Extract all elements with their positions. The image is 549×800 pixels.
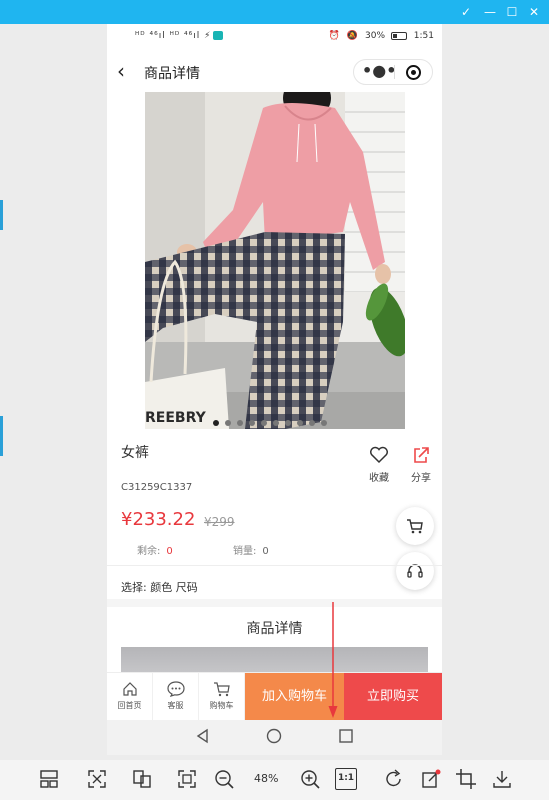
carousel-dot[interactable] (321, 419, 327, 426)
maximize-icon[interactable]: ☐ (502, 2, 522, 22)
viewer-titlebar: ✓ — ☐ ✕ (0, 0, 549, 24)
cart-tab[interactable]: 购物车 (199, 673, 245, 721)
carousel-dots (213, 412, 333, 426)
home-tab[interactable]: 回首页 (107, 673, 153, 721)
close-miniprogram-button[interactable] (406, 65, 421, 80)
product-name: 女裤 (121, 445, 149, 461)
carousel-dot[interactable] (309, 419, 315, 426)
share-icon (414, 447, 429, 463)
favorite-label: 收藏 (369, 473, 389, 484)
details-title: 商品详情 (246, 621, 303, 637)
wechat-notification-icon (213, 31, 224, 40)
battery-percent: 30% (365, 31, 386, 41)
carousel-dot[interactable] (225, 419, 231, 426)
layout-icon[interactable] (38, 768, 60, 790)
carousel-dot[interactable] (249, 419, 255, 426)
service-tab[interactable]: 客服 (153, 673, 199, 721)
chat-icon (166, 681, 185, 697)
remaining-label: 剩余: (137, 546, 161, 557)
carousel-dot[interactable] (261, 419, 267, 426)
zoom-level: 48% (254, 772, 279, 785)
status-bar: ᴴᴰ ⁴⁶ıl ᴴᴰ ⁴⁶ıl ⚡ ⏰ 🔕 30% 1:51 (107, 24, 442, 50)
section-divider (107, 565, 442, 566)
carousel-dot[interactable] (297, 419, 303, 426)
carousel-dot[interactable] (273, 419, 279, 426)
zoom-in-icon[interactable] (299, 768, 321, 790)
sku-selector[interactable]: 选择: 颜色 尺码 (121, 579, 198, 595)
share-label: 分享 (411, 473, 431, 484)
rotate-icon[interactable] (383, 768, 405, 790)
compare-icon[interactable] (131, 768, 153, 790)
service-label: 客服 (167, 701, 184, 710)
viewer-toolbar: 48% 1:1 (0, 760, 549, 800)
back-triangle-icon[interactable] (195, 728, 211, 744)
android-nav-bar (107, 720, 442, 755)
remaining-stat: 剩余: 0 (137, 542, 173, 557)
sales-label: 销量: (233, 546, 257, 557)
signal-text: ᴴᴰ ⁴⁶ıl ᴴᴰ ⁴⁶ıl ⚡ (135, 31, 212, 41)
crop-icon[interactable] (455, 768, 477, 790)
edge-marker (0, 416, 3, 456)
remaining-value: 0 (166, 546, 173, 557)
actual-size-button[interactable]: 1:1 (335, 768, 357, 790)
floating-service-button[interactable] (396, 552, 434, 590)
home-circle-icon[interactable] (266, 728, 282, 744)
alarm-icon: ⏰ (328, 31, 341, 41)
fullscreen-icon[interactable] (176, 768, 198, 790)
image-overlay-text: REEBRY (145, 410, 206, 426)
carousel-dot[interactable] (285, 419, 291, 426)
more-menu-button[interactable]: •●• (362, 60, 396, 84)
heart-icon (370, 446, 388, 464)
sales-stat: 销量: 0 (233, 542, 269, 557)
bottom-action-bar: 回首页 客服 购物车 加入购物车 立即购买 (107, 672, 442, 721)
minimize-icon[interactable]: — (480, 2, 500, 22)
capsule-divider (394, 65, 395, 79)
original-price: ¥299 (204, 515, 235, 529)
download-icon[interactable] (491, 768, 513, 790)
fit-screen-icon[interactable] (86, 768, 108, 790)
clock: 1:51 (413, 31, 434, 41)
product-image[interactable]: REEBRY (145, 92, 405, 429)
share-button[interactable]: 分享 (405, 446, 437, 484)
product-sku: C31259C1337 (121, 482, 193, 493)
sales-value: 0 (262, 546, 269, 557)
status-right: ⏰ 🔕 30% 1:51 (325, 31, 434, 41)
product-photo (145, 92, 405, 429)
cart-icon (407, 519, 423, 534)
product-price: ¥233.22 (121, 509, 196, 530)
page-title: 商品详情 (144, 66, 200, 82)
battery-icon (390, 31, 407, 40)
close-icon[interactable]: ✕ (524, 2, 544, 22)
buy-now-button[interactable]: 立即购买 (344, 673, 442, 721)
carousel-dot[interactable] (213, 419, 219, 426)
shopping-cart-icon (213, 682, 230, 697)
home-label: 回首页 (117, 701, 142, 710)
miniprogram-capsule: •●• (353, 59, 433, 85)
cart-label: 购物车 (209, 701, 234, 710)
nav-bar: ‹ 商品详情 •●• (107, 54, 442, 90)
favorite-button[interactable]: 收藏 (363, 446, 395, 484)
phone-screen: ᴴᴰ ⁴⁶ıl ᴴᴰ ⁴⁶ıl ⚡ ⏰ 🔕 30% 1:51 ‹ 商品详情 •●… (107, 24, 442, 755)
mute-icon: 🔕 (346, 31, 359, 41)
back-button[interactable]: ‹ (117, 60, 125, 82)
home-icon (122, 682, 137, 696)
zoom-out-icon[interactable] (213, 768, 235, 790)
annotation-arrow (328, 602, 338, 718)
floating-cart-button[interactable] (396, 507, 434, 545)
carousel-dot[interactable] (237, 419, 243, 426)
edit-icon[interactable] (420, 768, 442, 790)
signal-indicators: ᴴᴰ ⁴⁶ıl ᴴᴰ ⁴⁶ıl ⚡ (135, 31, 224, 41)
edge-marker (0, 200, 3, 230)
section-divider (107, 599, 442, 607)
pin-icon[interactable]: ✓ (456, 2, 476, 22)
recents-square-icon[interactable] (338, 728, 354, 744)
